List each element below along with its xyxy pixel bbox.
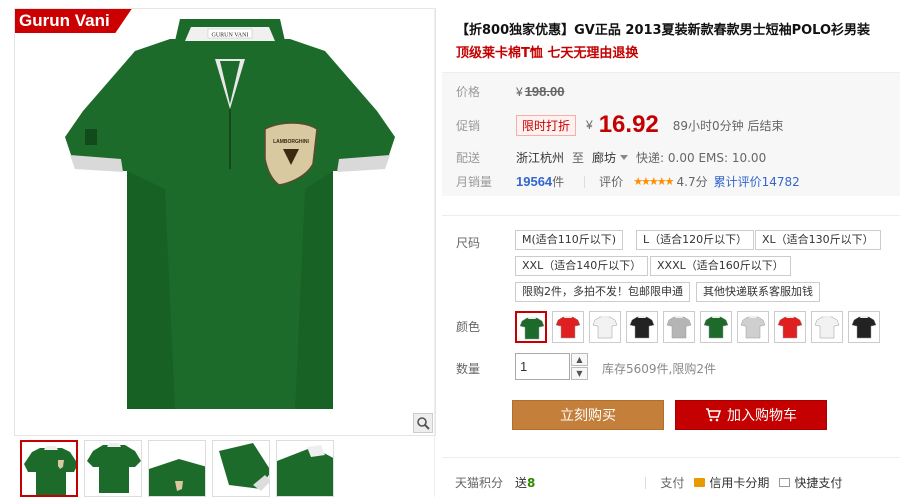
color-swatch[interactable] — [552, 311, 584, 343]
rating-score: 4.7分 — [676, 175, 708, 189]
color-swatch[interactable] — [589, 311, 621, 343]
size-label: 尺码 — [456, 236, 481, 250]
product-title: 【折800独家优惠】GV正品 2013夏装新款春款男士短袖POLO衫男装 — [456, 23, 871, 38]
buy-now-button[interactable]: 立刻购买 — [512, 400, 664, 430]
promo-price: 16.92 — [598, 111, 659, 138]
color-swatch[interactable] — [848, 311, 880, 343]
size-option-xl[interactable]: XL（适合130斤以下） — [755, 230, 881, 250]
footer-row: 天猫积分 送 8 支付 信用卡分期 快捷支付 — [455, 474, 842, 491]
divider — [442, 215, 900, 216]
sales-unit: 件 — [552, 175, 565, 189]
monthly-sales-label: 月销量 — [456, 175, 493, 189]
quantity-increase-button[interactable]: ▲ — [571, 353, 588, 366]
thumbnail-1[interactable] — [20, 440, 78, 497]
quantity-decrease-button[interactable]: ▼ — [571, 367, 588, 380]
shipping-label: 配送 — [456, 151, 481, 165]
thumbnail-strip — [14, 440, 436, 497]
shipping-fee: 快递: 0.00 EMS: 10.00 — [636, 151, 767, 165]
price-box: 价格 ¥ 198.00 促销 限时打折 ¥ 16.92 89小时0分钟 后结束 … — [442, 72, 900, 196]
countdown-timer: 89小时0分钟 后结束 — [672, 118, 784, 133]
points-prefix: 送 — [515, 476, 528, 490]
color-swatch[interactable] — [811, 311, 843, 343]
collar-label: GURUN VANI — [212, 33, 249, 39]
divider — [584, 175, 586, 188]
chevron-down-icon[interactable] — [620, 154, 629, 160]
monthly-sales-count: 19564 — [516, 174, 553, 189]
size-option-xxl[interactable]: XXL（适合140斤以下） — [515, 256, 649, 276]
buy-now-label: 立刻购买 — [560, 408, 616, 424]
add-to-cart-button[interactable]: 加入购物车 — [675, 400, 827, 430]
quick-pay[interactable]: 快捷支付 — [794, 474, 842, 491]
add-to-cart-label: 加入购物车 — [727, 408, 797, 424]
promo-label: 促销 — [456, 118, 481, 133]
product-subtitle: 顶级莱卡棉T恤 七天无理由退换 — [456, 46, 639, 61]
credit-card-icon — [694, 478, 706, 487]
product-main-image[interactable]: Gurun Vani GURUN VANI LAMBORGHINI — [14, 8, 436, 436]
promo-badge: 限时打折 — [516, 114, 577, 136]
badge-text: LAMBORGHINI — [273, 139, 309, 145]
column-divider — [434, 8, 435, 497]
quick-pay-icon — [779, 478, 791, 487]
cart-icon — [706, 408, 721, 422]
payment-label: 支付 — [660, 476, 685, 490]
original-price: 198.00 — [524, 84, 565, 99]
color-swatch[interactable] — [737, 311, 769, 343]
color-swatch[interactable] — [626, 311, 658, 343]
credit-card-installment[interactable]: 信用卡分期 — [709, 474, 769, 491]
points-label: 天猫积分 — [455, 476, 504, 490]
size-option-xxxl[interactable]: XXXL（适合160斤以下） — [650, 256, 791, 276]
ship-to-select[interactable]: 廊坊 — [592, 149, 616, 166]
size-option-l[interactable]: L（适合120斤以下） — [636, 230, 755, 250]
color-label: 颜色 — [456, 320, 481, 334]
size-option-limit[interactable]: 限购2件，多拍不发！包邮限申通 — [515, 282, 690, 302]
stock-info: 库存5609件,限购2件 — [602, 362, 716, 376]
ship-to-word: 至 — [572, 151, 585, 165]
polo-shirt-image: GURUN VANI LAMBORGHINI — [65, 19, 395, 419]
divider — [645, 476, 647, 489]
quantity-label: 数量 — [456, 362, 481, 376]
rating-label: 评价 — [599, 175, 624, 189]
thumbnail-5[interactable] — [276, 440, 334, 497]
review-count-link[interactable]: 累计评价14782 — [714, 173, 800, 190]
thumbnail-2[interactable] — [84, 440, 142, 497]
color-swatch[interactable] — [700, 311, 732, 343]
rating-stars: ★★★★★ — [633, 175, 674, 188]
color-swatch[interactable] — [774, 311, 806, 343]
size-option-m[interactable]: M(适合110斤以下) — [515, 230, 624, 250]
currency-symbol: ¥ — [516, 84, 523, 99]
magnifier-icon — [417, 417, 430, 430]
size-option-other[interactable]: 其他快递联系客服加钱 — [696, 282, 820, 302]
color-swatch[interactable] — [515, 311, 547, 343]
quantity-input[interactable]: 1 — [515, 353, 570, 380]
thumbnail-3[interactable] — [148, 440, 206, 497]
divider — [442, 457, 900, 458]
currency-symbol: ¥ — [586, 118, 593, 132]
zoom-button[interactable] — [413, 413, 433, 433]
points-value: 8 — [527, 475, 536, 490]
thumbnail-4[interactable] — [212, 440, 270, 497]
color-swatch[interactable] — [663, 311, 695, 343]
price-label: 价格 — [456, 85, 481, 99]
ship-from: 浙江杭州 — [516, 151, 565, 165]
